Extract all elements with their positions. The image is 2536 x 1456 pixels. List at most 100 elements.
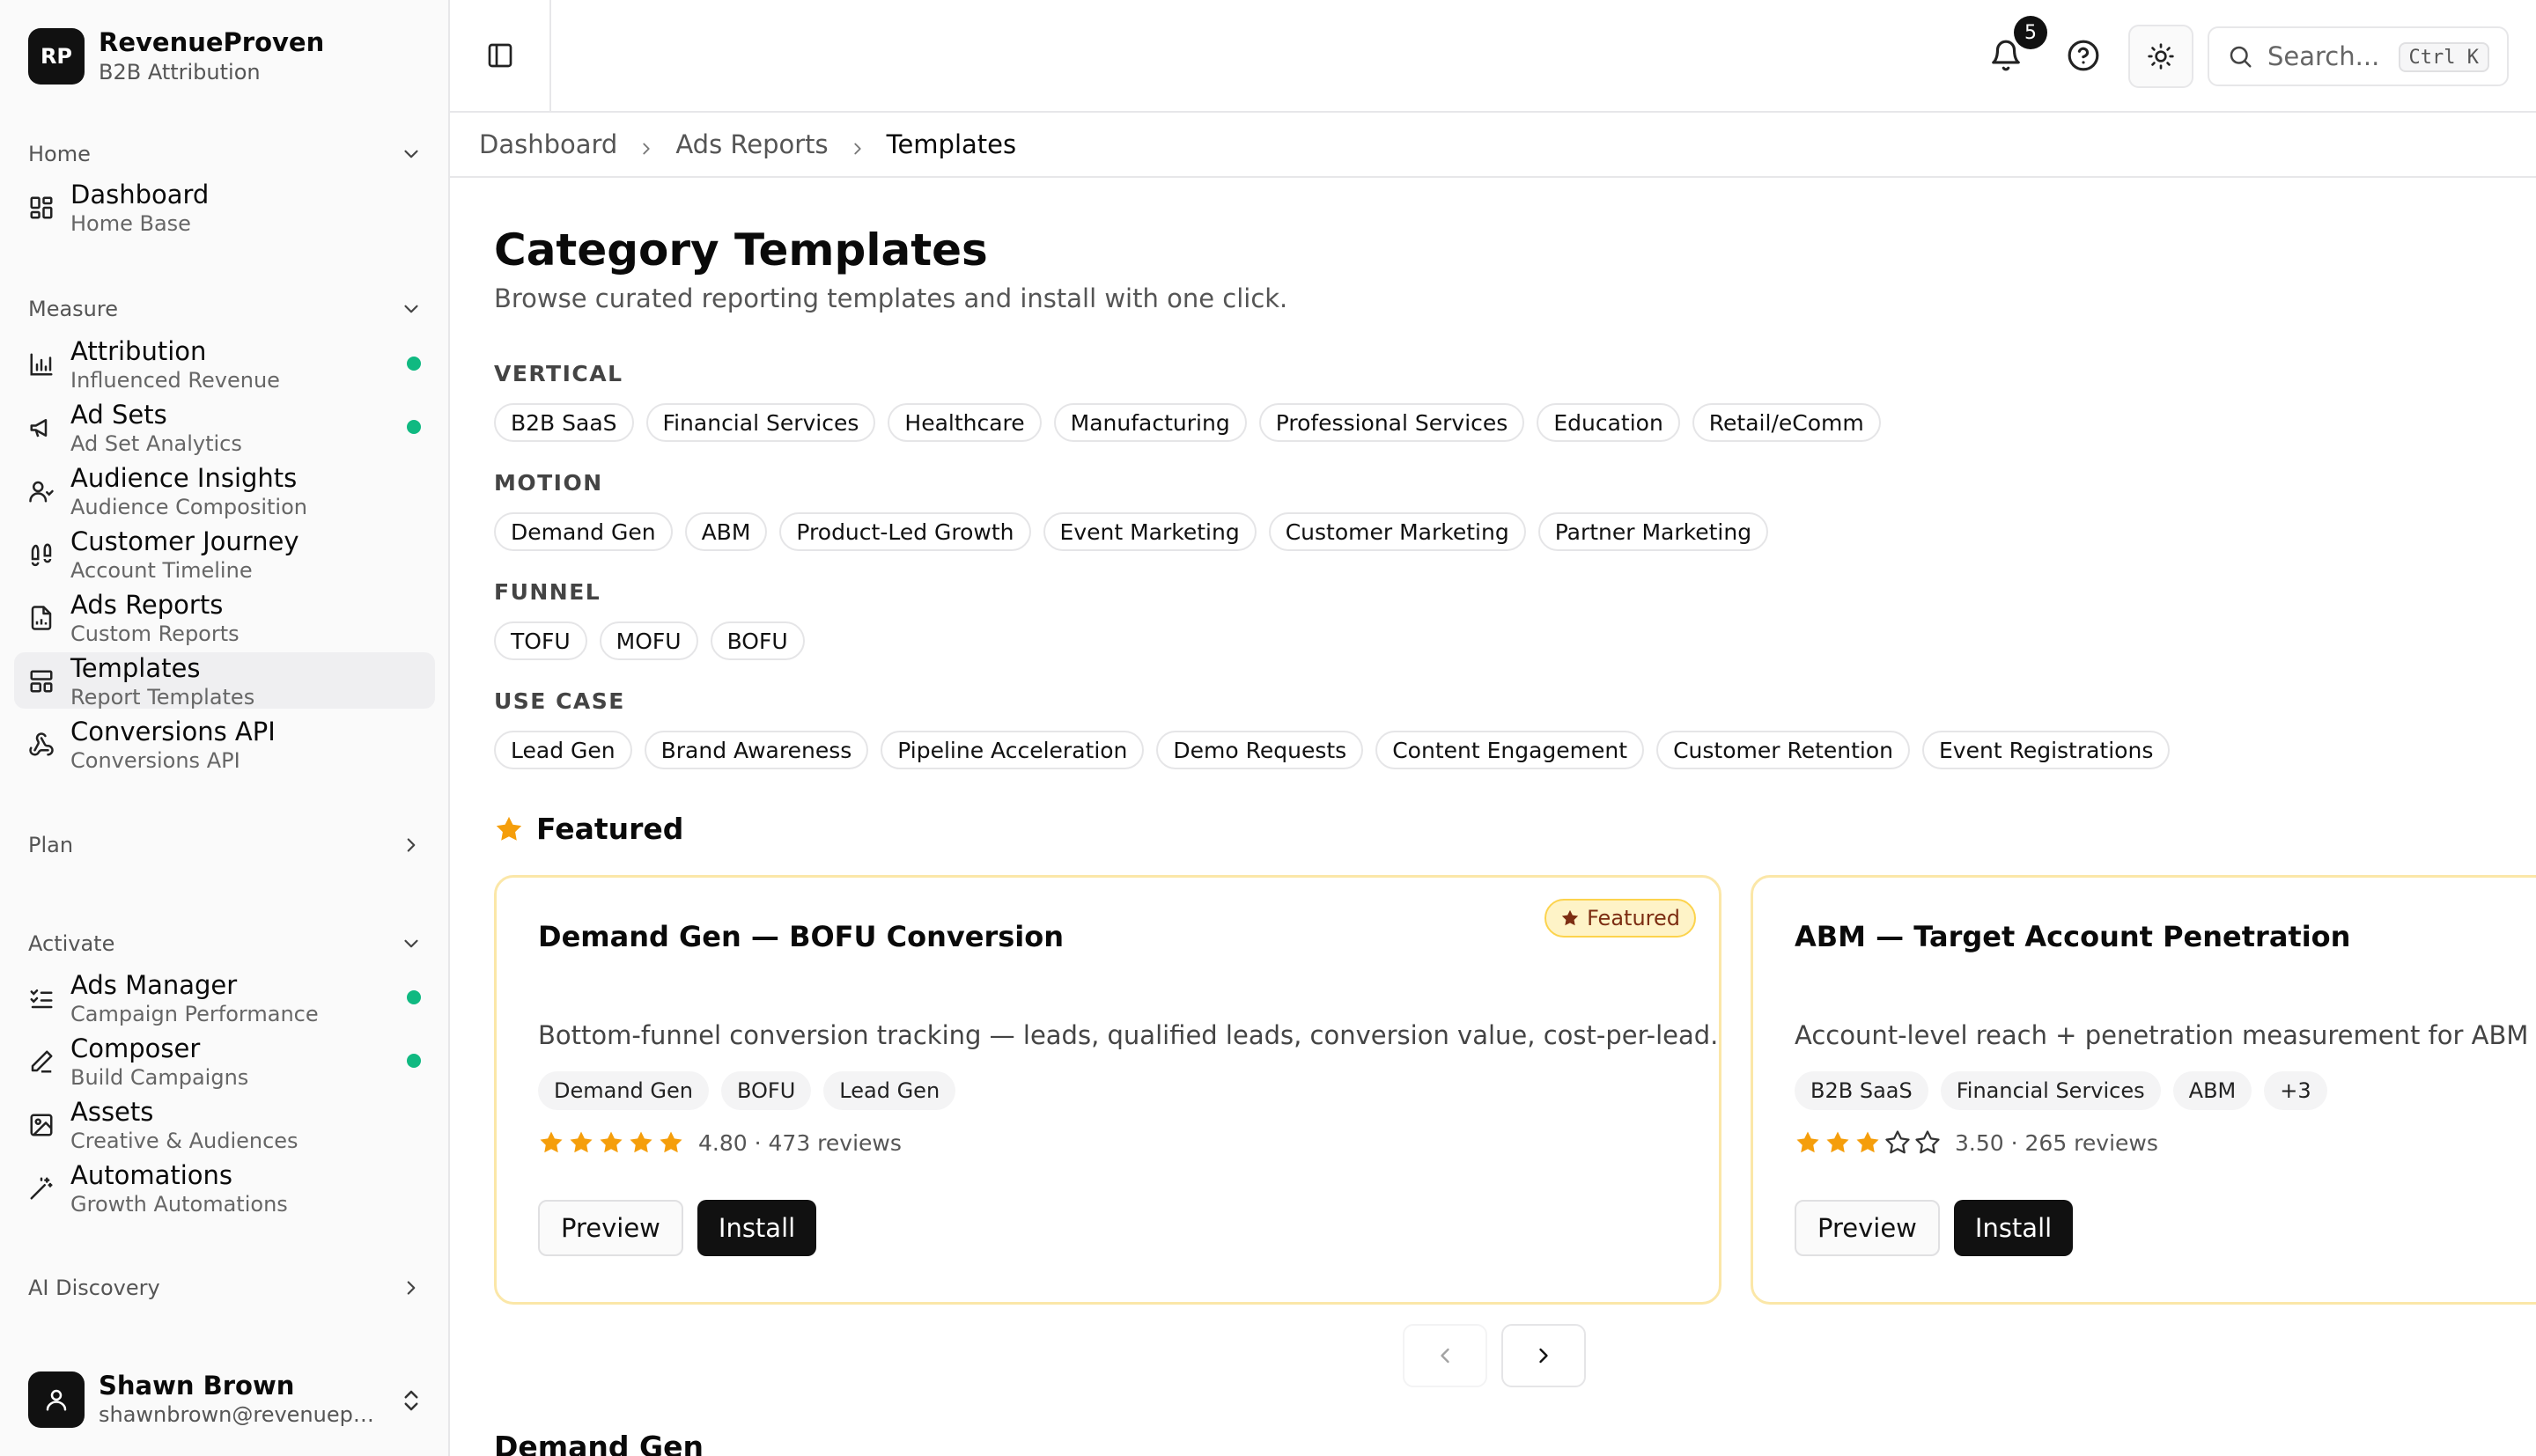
sidebar-item-automations[interactable]: Automations Growth Automations: [14, 1159, 435, 1217]
install-button[interactable]: Install: [1953, 1200, 2074, 1256]
brand-name: RevenueProven: [99, 27, 325, 57]
sidebar-group-activate[interactable]: Activate: [28, 926, 423, 961]
featured-badge: Featured: [1544, 899, 1696, 938]
filter-chip[interactable]: BOFU: [710, 621, 805, 660]
brand[interactable]: RP RevenueProven B2B Attribution: [28, 26, 324, 86]
chevron-right-icon: [407, 1281, 416, 1295]
webhook-icon: [28, 732, 55, 758]
sidebar-group-ai-discovery[interactable]: AI Discovery: [28, 1270, 423, 1305]
sidebar-item-ad-sets[interactable]: Ad Sets Ad Set Analytics: [14, 399, 435, 456]
sidebar-item-templates[interactable]: Templates Report Templates: [14, 652, 435, 710]
chevron-right-icon: [407, 838, 416, 852]
sidebar-item-dashboard[interactable]: Dashboard Home Base: [14, 179, 435, 236]
sidebar-item-conversions-api[interactable]: Conversions API Conversions API: [14, 716, 435, 773]
star-filled-icon: [1796, 1131, 1819, 1153]
sidebar-item-attribution[interactable]: Attribution Influenced Revenue: [14, 335, 435, 393]
breadcrumb-current: Templates: [886, 129, 1017, 159]
carousel-next-button[interactable]: [1501, 1324, 1586, 1387]
star-filled-icon: [600, 1131, 623, 1153]
carousel-prev-button[interactable]: [1403, 1324, 1487, 1387]
chevron-left-icon: [1441, 1348, 1449, 1364]
theme-toggle-button[interactable]: [2128, 25, 2193, 88]
user-email: shawnbrown@revenueproven.com: [99, 1402, 380, 1427]
search-placeholder: Search...: [2267, 41, 2380, 71]
install-button[interactable]: Install: [697, 1200, 817, 1256]
filter-chip[interactable]: Professional Services: [1258, 403, 1525, 442]
sidebar-item-customer-journey[interactable]: Customer Journey Account Timeline: [14, 526, 435, 583]
card-rating: 3.50 · 265 reviews: [1795, 1129, 2158, 1156]
star-rating: [538, 1129, 684, 1156]
filter-chip[interactable]: B2B SaaS: [494, 403, 634, 442]
filter-chip[interactable]: Financial Services: [645, 403, 876, 442]
filter-chip[interactable]: ABM: [684, 512, 768, 551]
breadcrumb-ads-reports[interactable]: Ads Reports: [675, 129, 828, 159]
sidebar-group-home[interactable]: Home: [28, 136, 423, 172]
breadcrumb-dashboard[interactable]: Dashboard: [479, 129, 617, 159]
sidebar-item-assets[interactable]: Assets Creative & Audiences: [14, 1096, 435, 1153]
user-icon: [46, 1389, 67, 1411]
sun-icon: [2148, 43, 2174, 70]
facet-label-use-case: USE CASE: [494, 688, 625, 714]
chevron-down-icon: [404, 939, 418, 948]
tag: ABM: [2172, 1071, 2252, 1110]
sidebar-item-audience-insights[interactable]: Audience Insights Audience Composition: [14, 462, 435, 519]
filter-chip[interactable]: Healthcare: [888, 403, 1042, 442]
search-input[interactable]: Search... Ctrl K: [2208, 26, 2509, 86]
preview-button[interactable]: Preview: [538, 1200, 683, 1256]
card-rating: 4.80 · 473 reviews: [538, 1129, 902, 1156]
chevron-right-icon: [637, 135, 656, 155]
tag: B2B SaaS: [1795, 1071, 1928, 1110]
breadcrumb: Dashboard Ads Reports Templates: [450, 113, 2536, 178]
avatar: [28, 1371, 85, 1428]
card-title: Demand Gen — BOFU Conversion: [538, 920, 1065, 953]
more-tags-badge[interactable]: +3: [2264, 1071, 2327, 1110]
filter-chip[interactable]: Customer Marketing: [1268, 512, 1526, 551]
bar-chart-icon: [28, 351, 55, 378]
rating-text: 3.50 · 265 reviews: [1955, 1129, 2158, 1156]
filter-chip[interactable]: Event Marketing: [1043, 512, 1257, 551]
filter-chip[interactable]: Pipeline Acceleration: [881, 731, 1145, 769]
sidebar-item-ads-reports[interactable]: Ads Reports Custom Reports: [14, 589, 435, 646]
sidebar-item-ads-manager[interactable]: Ads Manager Campaign Performance: [14, 969, 435, 1026]
filter-chip[interactable]: Lead Gen: [494, 731, 632, 769]
main-content: Category Templates Browse curated report…: [450, 180, 2536, 1456]
image-icon: [28, 1112, 55, 1138]
star-icon: [1561, 909, 1579, 926]
preview-button[interactable]: Preview: [1795, 1200, 1940, 1256]
user-menu[interactable]: Shawn Brown shawnbrown@revenueproven.com: [28, 1364, 424, 1435]
chip-row-motion: Demand Gen ABM Product-Led Growth Event …: [494, 512, 1769, 551]
filter-chip[interactable]: Brand Awareness: [644, 731, 869, 769]
filter-chip[interactable]: Education: [1537, 403, 1680, 442]
filter-chip[interactable]: Retail/eComm: [1692, 403, 1881, 442]
facet-label-funnel: FUNNEL: [494, 579, 601, 605]
help-button[interactable]: [2067, 39, 2100, 72]
page-title: Category Templates: [494, 224, 988, 276]
filter-chip[interactable]: Event Registrations: [1922, 731, 2171, 769]
section-heading: Demand Gen: [494, 1430, 704, 1456]
page-subtitle: Browse curated reporting templates and i…: [494, 283, 1288, 313]
filter-chip[interactable]: Partner Marketing: [1537, 512, 1769, 551]
filter-chip[interactable]: Product-Led Growth: [779, 512, 1031, 551]
status-dot: [407, 420, 421, 434]
filter-chip[interactable]: Customer Retention: [1656, 731, 1910, 769]
filter-chip[interactable]: Demand Gen: [494, 512, 673, 551]
sidebar-item-composer[interactable]: Composer Build Campaigns: [14, 1033, 435, 1090]
sidebar-group-plan[interactable]: Plan: [28, 827, 423, 863]
panel-left-icon: [488, 43, 512, 68]
filter-chip[interactable]: Manufacturing: [1053, 403, 1247, 442]
grid-icon: [28, 195, 55, 221]
filter-chip[interactable]: Demo Requests: [1156, 731, 1364, 769]
card-title: ABM — Target Account Penetration: [1795, 920, 2351, 953]
filter-chip[interactable]: TOFU: [494, 621, 587, 660]
sidebar-group-measure[interactable]: Measure: [28, 291, 423, 327]
search-shortcut: Ctrl K: [2398, 42, 2489, 72]
filter-chip[interactable]: MOFU: [599, 621, 698, 660]
facet-label-vertical: VERTICAL: [494, 361, 623, 386]
help-circle-icon: [2068, 40, 2099, 71]
featured-heading: Featured: [494, 812, 683, 846]
status-dot: [407, 357, 421, 371]
user-name: Shawn Brown: [99, 1371, 295, 1401]
sidebar-toggle-button[interactable]: [450, 0, 551, 111]
filter-chip[interactable]: Content Engagement: [1375, 731, 1645, 769]
card-tags: B2B SaaS Financial Services ABM +3: [1795, 1071, 2327, 1110]
